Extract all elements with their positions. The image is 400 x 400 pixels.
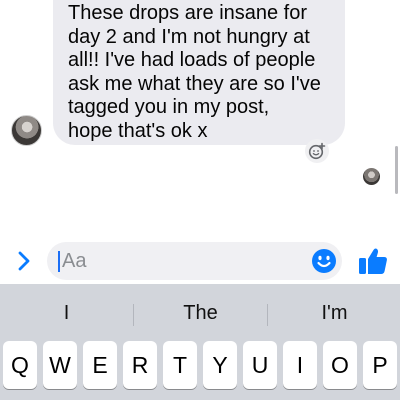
- message-thread: These drops are insane for day 2 and I'm…: [0, 0, 400, 240]
- message-line: day 2 and I'm not hungry at: [68, 25, 310, 48]
- smiley-plus-icon: [308, 142, 326, 160]
- message-input-placeholder: Aa: [62, 249, 87, 272]
- key-r[interactable]: R: [123, 341, 157, 389]
- key-y[interactable]: Y: [203, 341, 237, 389]
- like-button[interactable]: [357, 246, 389, 276]
- message-line: all!! I've had loads of people: [68, 49, 316, 71]
- predictive-text-bar: I The I'm: [0, 284, 400, 340]
- expand-actions-button[interactable]: [12, 248, 36, 274]
- incoming-message-bubble[interactable]: These drops are insane for day 2 and I'm…: [53, 0, 345, 145]
- sender-avatar[interactable]: [11, 115, 42, 146]
- message-line: tagged you in my post,: [68, 96, 270, 118]
- chevron-right-icon: [18, 251, 30, 271]
- key-q[interactable]: Q: [3, 341, 37, 389]
- suggestion-3[interactable]: I'm: [268, 302, 400, 325]
- emoji-icon: [312, 249, 336, 273]
- keyboard: I The I'm Q W E R T Y U I O P: [0, 284, 400, 400]
- key-i[interactable]: I: [283, 341, 317, 389]
- key-u[interactable]: U: [243, 341, 277, 389]
- message-input[interactable]: Aa: [47, 242, 342, 280]
- suggestion-2[interactable]: The: [134, 302, 267, 325]
- key-p[interactable]: P: [363, 341, 397, 389]
- key-e[interactable]: E: [83, 341, 117, 389]
- message-line: ask me what they are so I've: [68, 72, 321, 95]
- key-t[interactable]: T: [163, 341, 197, 389]
- message-line: These drops are insane for: [68, 2, 308, 24]
- scroll-indicator[interactable]: [395, 146, 398, 194]
- emoji-button[interactable]: [311, 248, 337, 274]
- suggestion-1[interactable]: I: [0, 302, 133, 325]
- seen-avatar: [363, 168, 380, 185]
- thumbs-up-icon: [359, 248, 387, 274]
- add-reaction-icon[interactable]: [305, 139, 329, 163]
- text-cursor: [58, 250, 60, 272]
- message-line: hope that's ok x: [68, 119, 208, 142]
- key-w[interactable]: W: [43, 341, 77, 389]
- message-composer: Aa: [0, 238, 400, 284]
- key-o[interactable]: O: [323, 341, 357, 389]
